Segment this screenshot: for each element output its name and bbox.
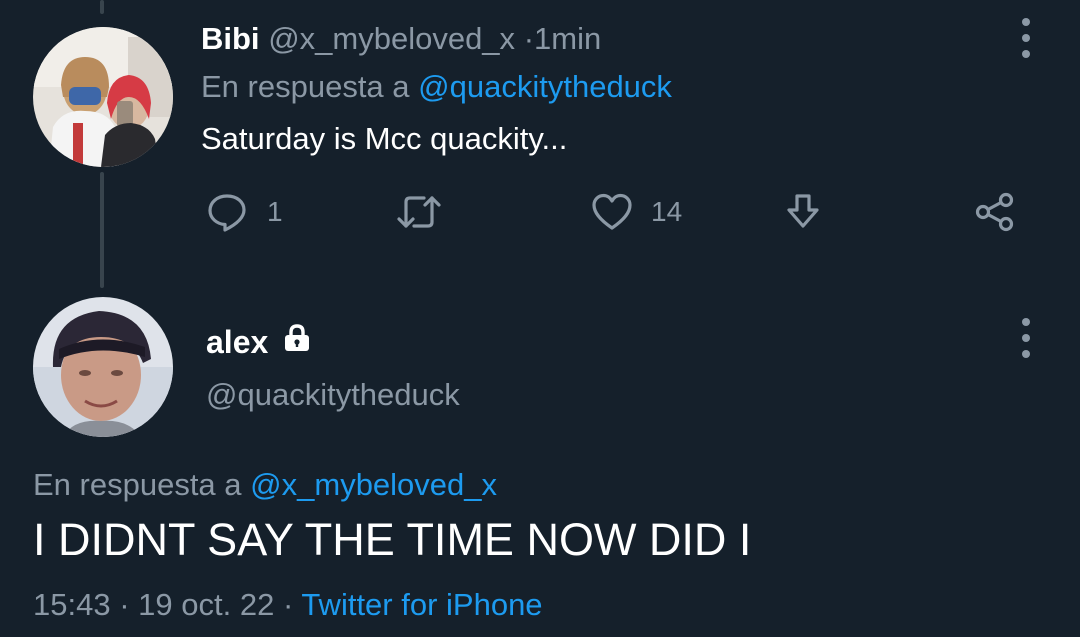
main-author-avatar[interactable] [33,297,173,437]
dot [1022,334,1030,342]
tweet-thread-screen: Bibi @x_mybeloved_x ·1min En respuesta a… [0,0,1080,637]
like-button[interactable]: 14 [591,190,682,234]
main-tweet-date: 19 oct. 22 [138,587,275,622]
main-tweet-meta: 15:43 · 19 oct. 22 · Twitter for iPhone [33,585,543,625]
share-icon [975,192,1014,232]
dot [1022,350,1030,358]
replying-to-label: En respuesta a [33,467,242,502]
main-author-name-row: alex [206,322,312,362]
thread-line-top [100,0,104,14]
main-author-handle[interactable]: @quackitytheduck [206,375,460,415]
reply-author-name[interactable]: Bibi [201,21,260,56]
retweet-button[interactable] [396,190,442,234]
download-button[interactable] [783,190,823,234]
tweet-source-link[interactable]: Twitter for iPhone [301,587,542,622]
replying-to-mention[interactable]: @x_mybeloved_x [250,467,497,502]
dot [1022,50,1030,58]
main-tweet-time: 15:43 [33,587,111,622]
dot [1022,34,1030,42]
like-count: 14 [651,196,683,227]
reply-author-handle[interactable]: @x_mybeloved_x [268,21,515,56]
download-arrow-icon [787,194,819,228]
dot [1022,318,1030,326]
lock-icon [282,322,312,362]
meta-separator: · [119,587,130,622]
main-author-name[interactable]: alex [206,322,268,362]
dot [1022,18,1030,26]
replying-to-mention[interactable]: @quackitytheduck [418,69,672,104]
reply-tweet-text: Saturday is Mcc quackity... [201,121,568,156]
reply-replying-to: En respuesta a @quackitytheduck [201,68,672,106]
main-tweet-text: I DIDNT SAY THE TIME NOW DID I [33,514,752,565]
reply-count: 1 [267,196,283,227]
reply-tweet-more-icon[interactable] [1019,18,1033,58]
thread-line-connector [100,172,104,288]
comment-icon [208,194,246,232]
avatar-photo-alex [33,297,173,437]
replying-to-label: En respuesta a [201,69,410,104]
avatar-photo-bibi [33,27,173,167]
main-tweet-more-icon[interactable] [1019,318,1033,358]
header-separator: · [523,21,535,56]
reply-button[interactable]: 1 [205,190,283,234]
reply-tweet-header: Bibi @x_mybeloved_x ·1min [201,20,601,58]
heart-icon [592,193,632,230]
retweet-icon [397,196,441,228]
reply-author-avatar[interactable] [33,27,173,167]
share-button[interactable] [973,190,1017,234]
main-replying-to: En respuesta a @x_mybeloved_x [33,466,497,504]
meta-separator: · [282,587,294,622]
reply-timestamp[interactable]: 1min [534,21,601,56]
